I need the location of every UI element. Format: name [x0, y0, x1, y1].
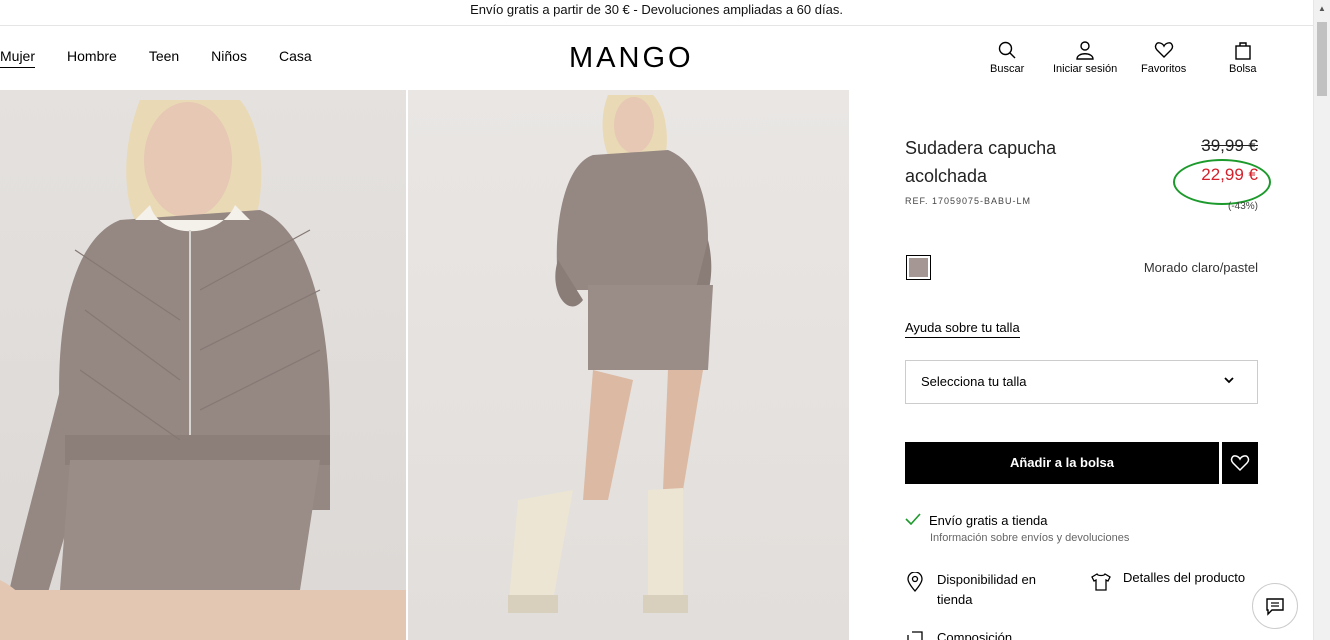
model-closeup-illustration: [0, 100, 406, 640]
chat-button[interactable]: [1252, 583, 1298, 629]
product-reference: REF. 17059075-BABU-LM: [905, 196, 1032, 206]
tshirt-icon: [1091, 573, 1111, 591]
availability-label: Disponibilidad en tienda: [937, 572, 1037, 607]
product-photo-closeup[interactable]: [0, 90, 406, 640]
nav-item-teen[interactable]: Teen: [149, 48, 179, 68]
brand-logo[interactable]: MANGO: [569, 42, 694, 75]
composition-icon: [907, 631, 923, 640]
model-fullbody-illustration: [508, 95, 713, 613]
free-shipping-line: Envío gratis a tienda: [905, 512, 1048, 528]
size-select[interactable]: Selecciona tu talla: [905, 360, 1258, 404]
login-label: Iniciar sesión: [1053, 63, 1118, 75]
page-scrollbar[interactable]: ▲: [1313, 0, 1330, 640]
free-shipping-text: Envío gratis a tienda: [929, 512, 1048, 528]
chevron-down-icon: [1223, 373, 1235, 389]
composition-label: Composición: [937, 630, 1013, 640]
favorites-label: Favoritos: [1141, 63, 1187, 75]
composition-button[interactable]: Composición: [905, 630, 1012, 640]
login-button[interactable]: Iniciar sesión: [1053, 40, 1117, 75]
favorites-button[interactable]: Favoritos: [1141, 40, 1186, 75]
user-icon: [1076, 41, 1094, 60]
store-availability-button[interactable]: Disponibilidad en tienda: [905, 570, 1057, 610]
size-select-label: Selecciona tu talla: [921, 374, 1027, 389]
bag-icon: [1235, 42, 1251, 60]
product-details-button[interactable]: Detalles del producto: [1091, 570, 1245, 592]
discount-badge: (-43%): [1227, 201, 1258, 212]
price-annotation-circle: [1173, 159, 1271, 205]
add-to-favorites-button[interactable]: [1222, 442, 1258, 484]
scrollbar-thumb[interactable]: [1317, 22, 1327, 96]
shipping-info-link[interactable]: Información sobre envíos y devoluciones: [930, 532, 1129, 544]
details-label: Detalles del producto: [1123, 570, 1246, 585]
promo-banner: Envío gratis a partir de 30 € - Devoluci…: [0, 0, 1313, 26]
color-name: Morado claro/pastel: [1143, 260, 1258, 275]
product-photo-fullbody[interactable]: [408, 90, 849, 640]
bag-label: Bolsa: [1229, 63, 1257, 75]
heart-icon: [1230, 455, 1250, 472]
search-label: Buscar: [990, 63, 1025, 75]
bag-button[interactable]: Bolsa: [1229, 40, 1257, 75]
heart-icon: [1154, 42, 1173, 58]
scroll-up-arrow-icon[interactable]: ▲: [1318, 4, 1326, 13]
nav-item-ninos[interactable]: Niños: [211, 48, 247, 68]
header: Mujer Hombre Teen Niños Casa MANGO Busca…: [0, 26, 1313, 90]
nav-item-mujer[interactable]: Mujer: [0, 48, 36, 68]
location-pin-icon: [907, 572, 923, 592]
color-swatch[interactable]: [906, 255, 931, 280]
main-nav: Mujer Hombre Teen Niños Casa: [0, 48, 344, 68]
search-icon: [998, 41, 1016, 59]
product-title: Sudadera capucha acolchada: [905, 138, 1057, 186]
original-price: 39,99 €: [1201, 136, 1258, 155]
size-help-link[interactable]: Ayuda sobre tu talla: [905, 320, 1020, 338]
chat-icon: [1266, 598, 1284, 616]
color-swatch-fill: [909, 258, 928, 277]
nav-item-hombre[interactable]: Hombre: [67, 48, 117, 68]
check-icon: [905, 512, 921, 528]
nav-item-casa[interactable]: Casa: [279, 48, 312, 68]
add-to-bag-button[interactable]: Añadir a la bolsa: [905, 442, 1219, 484]
search-button[interactable]: Buscar: [990, 40, 1024, 75]
